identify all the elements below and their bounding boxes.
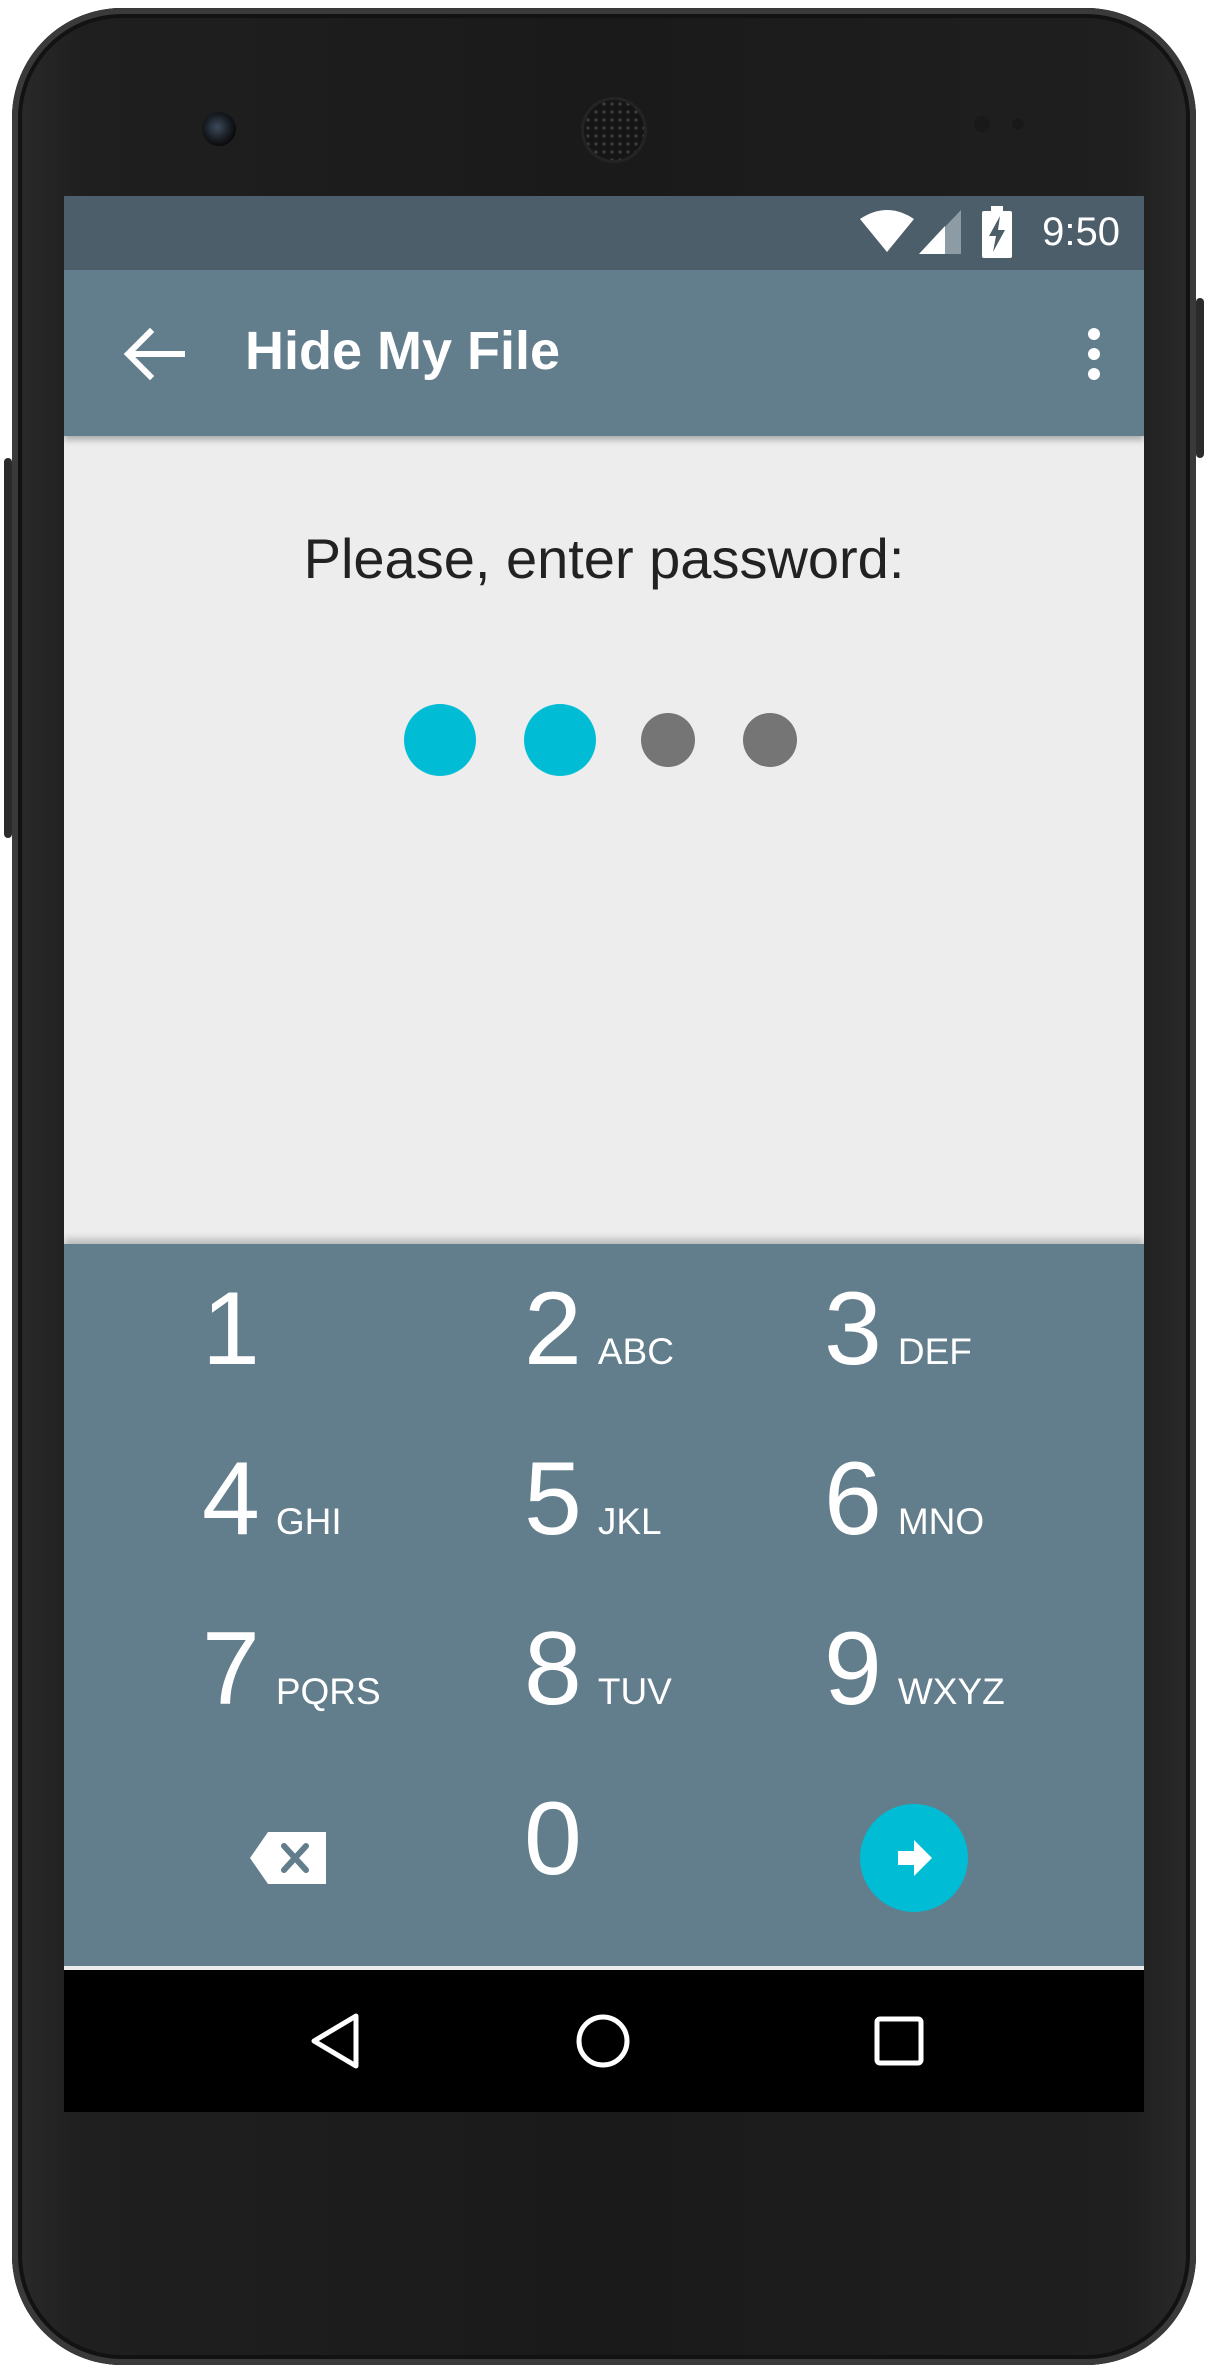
app-bar: Hide My File xyxy=(64,270,1144,436)
password-dot-filled xyxy=(524,704,596,776)
proximity-sensor xyxy=(974,116,990,132)
key-6[interactable]: 6 MNO xyxy=(824,1444,984,1554)
status-bar: 9:50 xyxy=(64,196,1144,270)
wifi-icon xyxy=(860,210,914,252)
key-digit: 5 xyxy=(524,1441,582,1557)
key-2[interactable]: 2 ABC xyxy=(524,1274,674,1384)
key-digit: 1 xyxy=(202,1271,260,1387)
key-digit: 2 xyxy=(524,1271,582,1387)
key-letters: JKL xyxy=(597,1501,662,1542)
key-letters: TUV xyxy=(597,1671,672,1712)
password-dot-filled xyxy=(404,704,476,776)
status-time: 9:50 xyxy=(1042,210,1120,254)
arrow-forward-icon[interactable] xyxy=(860,1804,968,1912)
battery-charging-icon xyxy=(982,206,1012,258)
key-letters: MNO xyxy=(897,1501,985,1542)
key-8[interactable]: 8 TUV xyxy=(524,1614,672,1724)
key-4[interactable]: 4 GHI xyxy=(202,1444,342,1554)
key-digit: 8 xyxy=(524,1611,582,1727)
nav-back-icon[interactable] xyxy=(302,2006,372,2076)
nav-recents-icon[interactable] xyxy=(864,2006,934,2076)
key-9[interactable]: 9 WXYZ xyxy=(824,1614,1005,1724)
key-letters: DEF xyxy=(897,1331,972,1372)
key-digit: 4 xyxy=(202,1441,260,1557)
key-3[interactable]: 3 DEF xyxy=(824,1274,972,1384)
key-digit: 3 xyxy=(824,1271,882,1387)
key-0[interactable]: 0 xyxy=(524,1784,582,1894)
key-letters: PQRS xyxy=(275,1671,381,1712)
light-sensor xyxy=(1012,118,1024,130)
password-prompt: Please, enter password: xyxy=(303,527,905,590)
backspace-icon[interactable] xyxy=(250,1832,326,1884)
side-button-left xyxy=(4,458,12,838)
key-digit: 9 xyxy=(824,1611,882,1727)
navigation-bar xyxy=(64,1970,1144,2112)
side-button-right xyxy=(1196,298,1204,458)
nav-home-icon[interactable] xyxy=(568,2006,638,2076)
key-7[interactable]: 7 PQRS xyxy=(202,1614,381,1724)
app-title: Hide My File xyxy=(245,321,561,381)
screen: 9:50 Hide My File Please, enter password… xyxy=(64,196,1144,2112)
arrow-back-icon[interactable] xyxy=(116,316,192,392)
key-letters: WXYZ xyxy=(897,1671,1005,1712)
key-digit: 6 xyxy=(824,1441,882,1557)
key-digit: 7 xyxy=(202,1611,260,1727)
key-1[interactable]: 1 xyxy=(202,1274,260,1384)
earpiece-speaker xyxy=(584,100,644,160)
more-vert-icon[interactable] xyxy=(1064,316,1124,392)
front-camera xyxy=(202,112,236,146)
numeric-keypad: 1 2 ABC 3 DEF 4 GHI 5 JKL 6 MNO 7 PQRS 8 TUV 9 WXYZ 0 xyxy=(64,1244,1144,1966)
key-letters: GHI xyxy=(275,1501,342,1542)
key-letters: ABC xyxy=(597,1331,674,1372)
key-digit: 0 xyxy=(524,1781,582,1897)
password-dot-empty xyxy=(743,713,797,767)
cell-signal-icon xyxy=(919,210,961,254)
password-indicator xyxy=(64,196,1144,776)
password-dot-empty xyxy=(641,713,695,767)
key-5[interactable]: 5 JKL xyxy=(524,1444,662,1554)
